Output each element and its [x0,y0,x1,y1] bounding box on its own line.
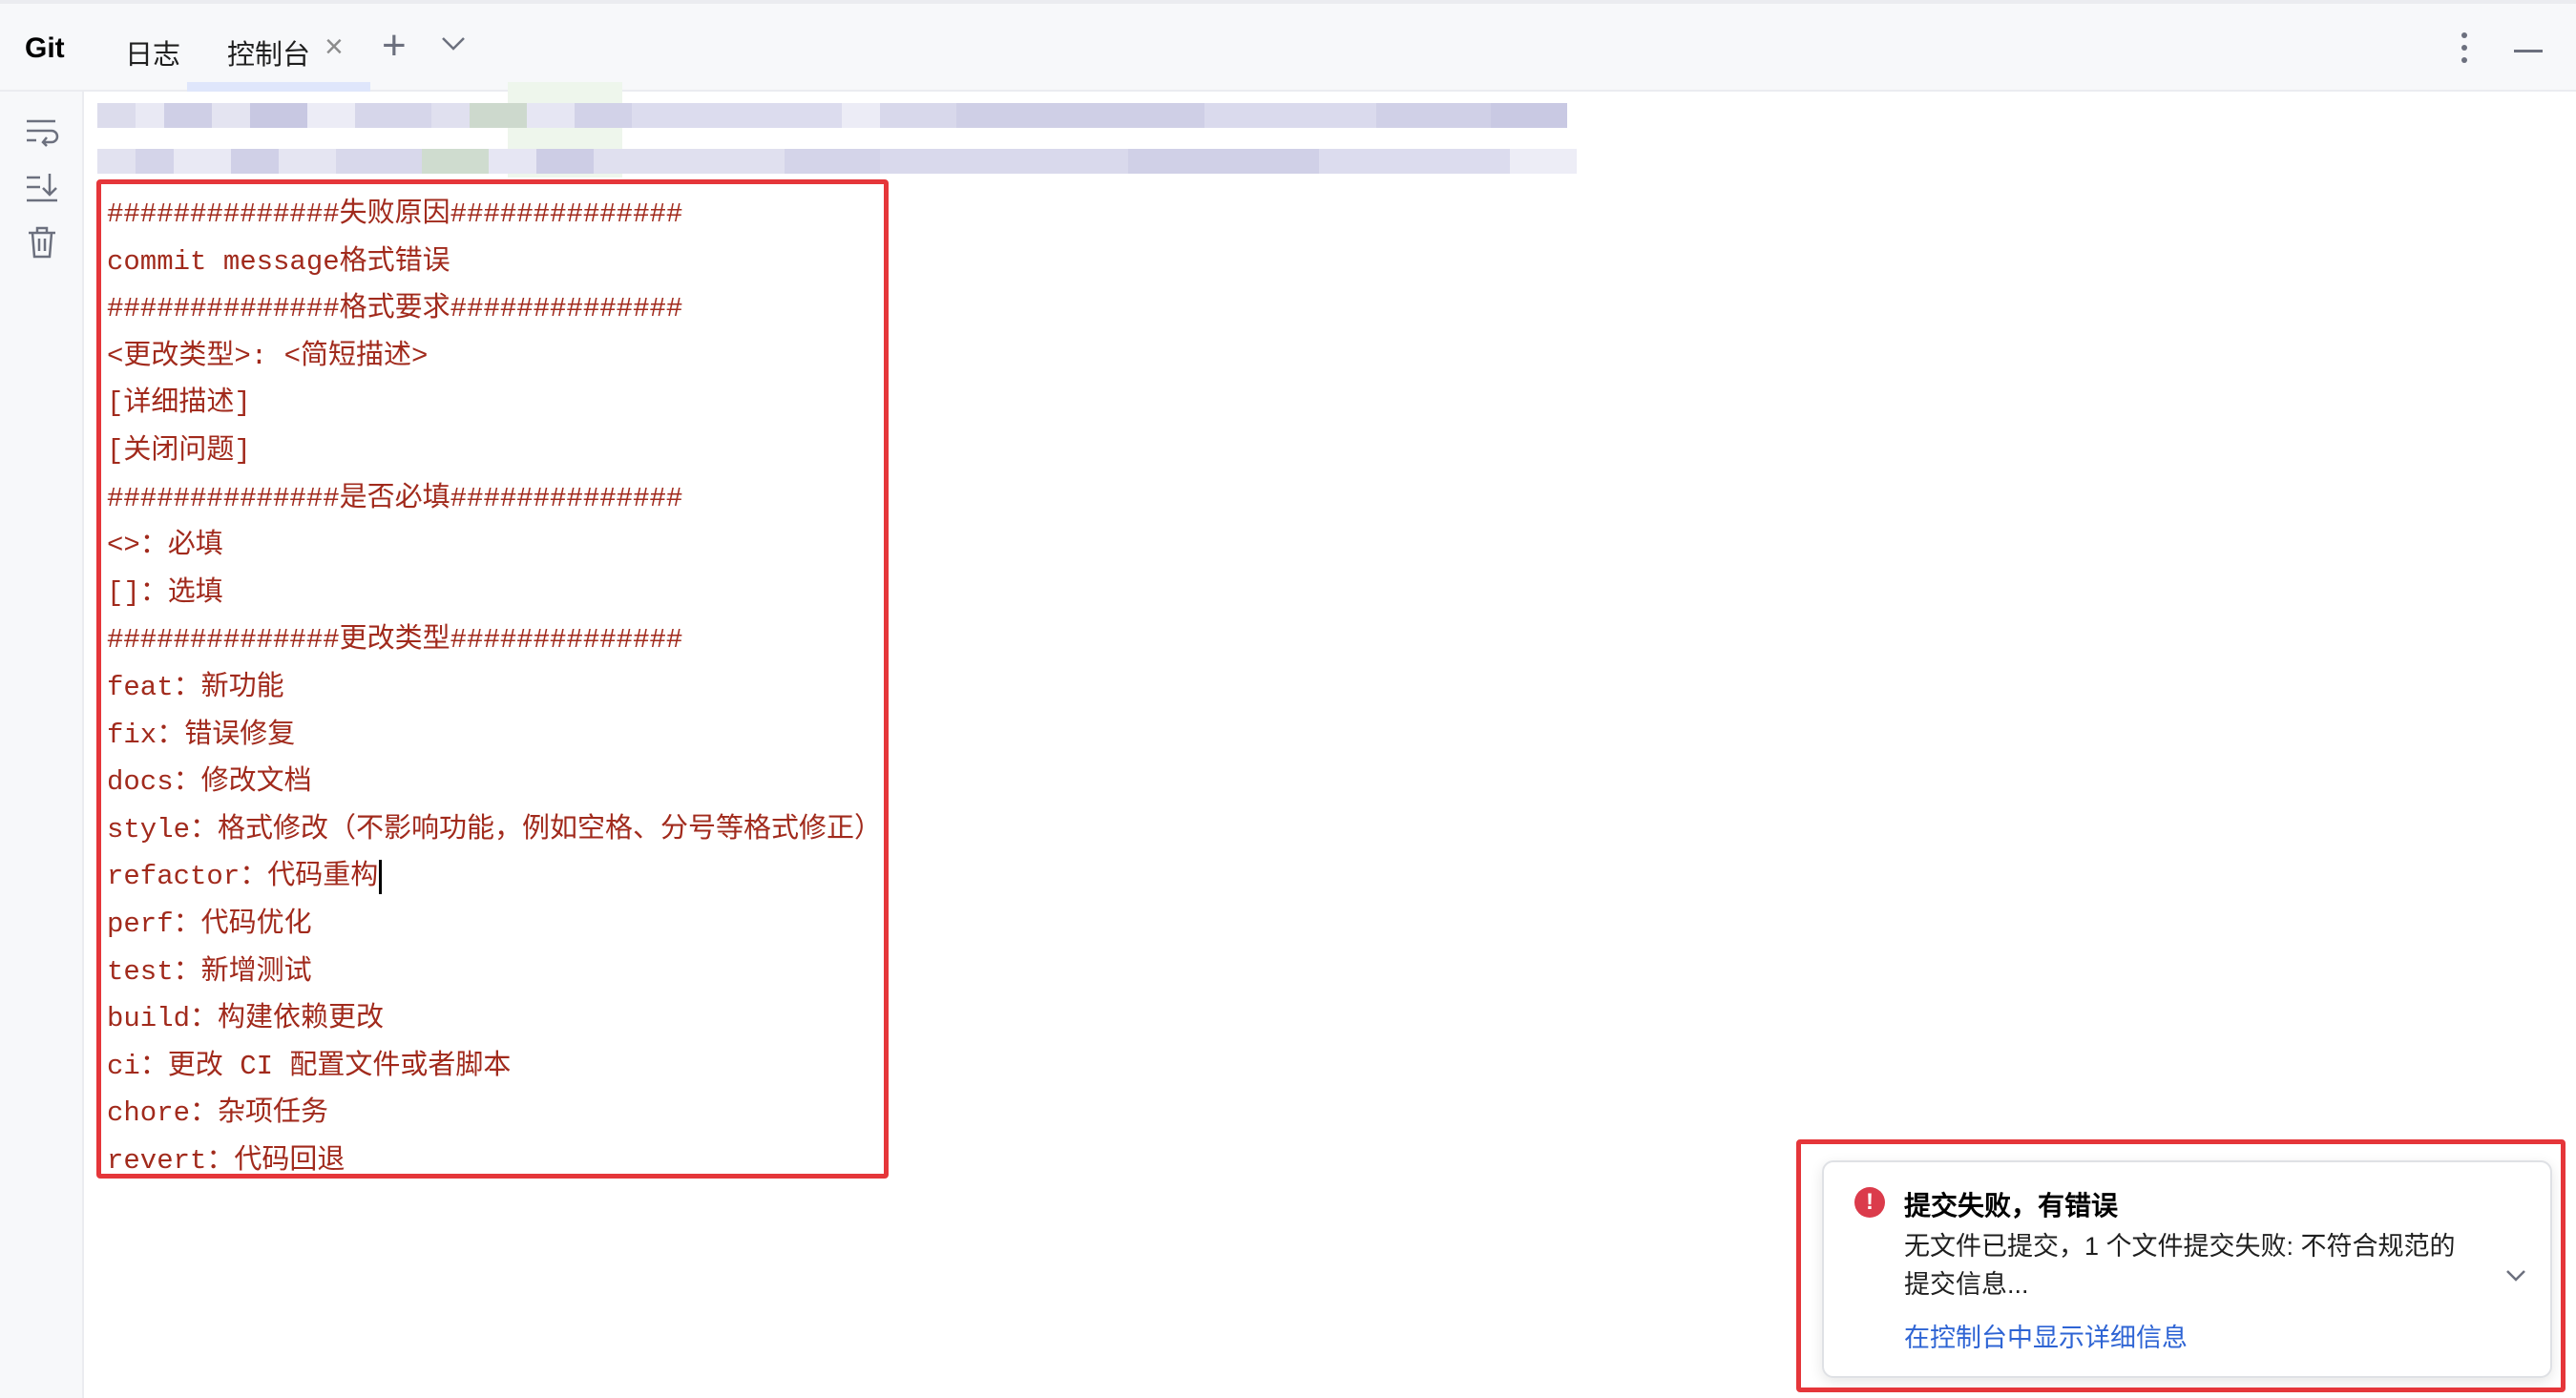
minimize-icon[interactable] [2514,50,2543,52]
tab-console[interactable]: 控制台 [227,32,310,73]
scroll-to-end-icon[interactable] [23,168,61,206]
close-tab-icon[interactable]: × [325,31,344,63]
blurred-text-row [97,103,1567,128]
tool-window-header: Git 日志 控制台 × + [0,0,2576,92]
add-tab-icon[interactable]: + [382,25,407,67]
console-toolbar [0,92,84,1398]
soft-wrap-icon[interactable] [23,113,61,151]
annotation-box [96,179,889,1179]
chevron-down-icon[interactable] [441,36,466,56]
tool-window-title: Git [25,32,65,64]
tab-log[interactable]: 日志 [125,32,180,73]
more-options-icon[interactable] [2461,31,2468,70]
annotation-box [1796,1139,2566,1392]
blurred-highlight [187,82,370,92]
blurred-text-row [97,149,1577,174]
trash-icon[interactable] [23,223,61,261]
